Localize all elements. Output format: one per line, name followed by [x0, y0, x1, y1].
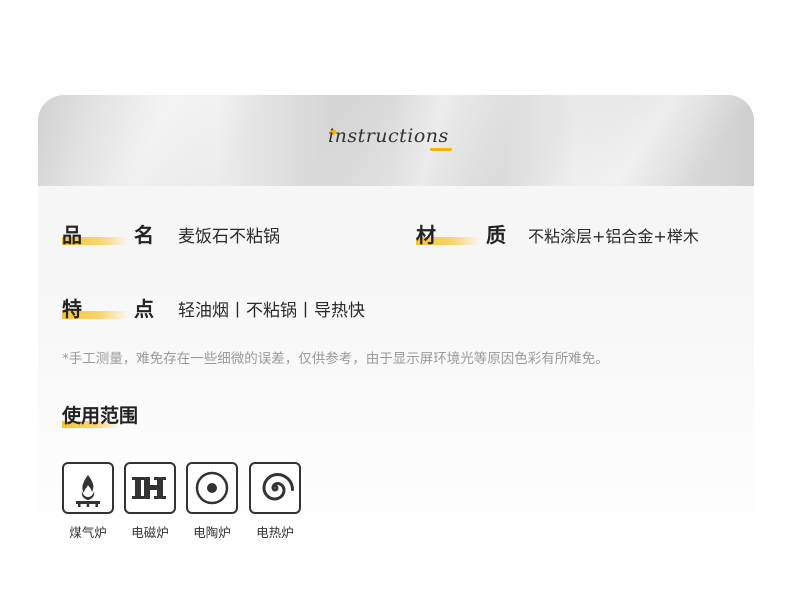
instructions-card: instructions 品 名 麦饭石不粘锅 材 质 不粘涂层+铝合金+榉木 …	[38, 95, 754, 573]
feature-label-char-1: 特	[62, 297, 82, 321]
material-value: 不粘涂层+铝合金+榉木	[528, 227, 699, 246]
stove-gas: 煤气炉	[62, 462, 114, 541]
name-value: 麦饭石不粘锅	[178, 227, 280, 247]
gas-stove-icon	[62, 462, 114, 514]
material-label: 材 质	[416, 219, 508, 247]
stove-gas-label: 煤气炉	[69, 525, 107, 540]
usage-title-text: 使用范围	[62, 405, 139, 427]
feature-label-char-2: 点	[134, 297, 154, 321]
usage-title: 使用范围	[62, 401, 139, 428]
feature-label: 特 点	[62, 293, 156, 321]
name-label: 品 名	[62, 219, 156, 247]
stove-electric: 电热炉	[249, 462, 301, 541]
material-label-char-2: 质	[486, 223, 506, 247]
feature-value: 轻油烟丨不粘锅丨导热快	[178, 301, 365, 321]
stove-electric-label: 电热炉	[256, 525, 294, 540]
banner-title: instructions	[328, 125, 449, 147]
banner: instructions	[38, 95, 754, 186]
electric-coil-icon	[249, 462, 301, 514]
induction-icon	[124, 462, 176, 514]
ceramic-stove-icon	[186, 462, 238, 514]
stove-induction-label: 电磁炉	[131, 525, 169, 540]
measurement-note: *手工测量，难免存在一些细微的误差，仅供参考，由于显示屏环境光等原因色彩有所难免…	[62, 351, 609, 367]
banner-underline	[430, 148, 452, 151]
name-label-char-1: 品	[62, 223, 82, 247]
stove-ceramic: 电陶炉	[186, 462, 238, 541]
name-label-char-2: 名	[134, 223, 154, 247]
stove-ceramic-label: 电陶炉	[193, 525, 231, 540]
material-label-char-1: 材	[416, 223, 436, 247]
stove-induction: 电磁炉	[124, 462, 176, 541]
